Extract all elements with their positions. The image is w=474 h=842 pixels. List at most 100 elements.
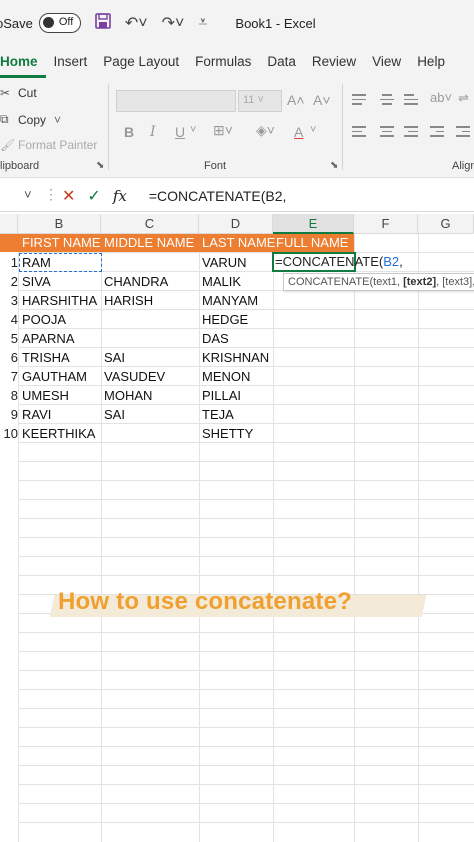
cell-last-name[interactable]: DAS: [200, 329, 229, 348]
align-right-icon[interactable]: [404, 126, 418, 140]
column-header-b[interactable]: B: [18, 214, 101, 234]
edit-formula-reference: B2: [383, 254, 400, 269]
borders-icon[interactable]: ⊞˅: [213, 122, 233, 139]
row-number[interactable]: 7: [0, 367, 18, 386]
align-center-icon[interactable]: [380, 126, 394, 140]
column-header-c[interactable]: C: [101, 214, 199, 234]
column-header-e[interactable]: E: [273, 214, 354, 234]
row-number[interactable]: 2: [0, 272, 18, 291]
font-color-dropdown-icon[interactable]: ˅: [310, 124, 316, 136]
grow-font-button[interactable]: A˄: [287, 92, 305, 108]
cell-last-name[interactable]: PILLAI: [200, 386, 241, 405]
header-last-name[interactable]: LAST NAME: [200, 234, 275, 252]
cell-last-name[interactable]: SHETTY: [200, 424, 253, 443]
row-number[interactable]: 9: [0, 405, 18, 424]
underline-button[interactable]: U: [175, 124, 185, 140]
name-box-dropdown-icon[interactable]: ˅: [24, 187, 32, 202]
gridline: [18, 803, 474, 804]
cell-first-name[interactable]: RAVI: [20, 405, 51, 424]
orientation-icon[interactable]: ab˅: [430, 90, 452, 105]
top-align-icon[interactable]: [352, 94, 366, 108]
select-all-corner[interactable]: [0, 214, 18, 234]
bottom-align-icon[interactable]: [404, 94, 418, 108]
row-number[interactable]: 10: [0, 424, 18, 443]
middle-align-icon[interactable]: [380, 94, 394, 108]
row-number[interactable]: 1: [0, 253, 18, 272]
tab-review[interactable]: Review: [304, 46, 364, 78]
bold-button[interactable]: B: [124, 124, 134, 140]
font-launcher-icon[interactable]: ⬊: [330, 160, 338, 171]
cell-first-name[interactable]: SIVA: [20, 272, 51, 291]
cell-last-name[interactable]: MALIK: [200, 272, 241, 291]
column-header-g[interactable]: G: [418, 214, 474, 234]
tab-formulas[interactable]: Formulas: [187, 46, 259, 78]
cell-first-name[interactable]: POOJA: [20, 310, 66, 329]
cell-first-name[interactable]: APARNA: [20, 329, 75, 348]
cell-last-name[interactable]: KRISHNAN: [200, 348, 269, 367]
cell-first-name[interactable]: UMESH: [20, 386, 69, 405]
shrink-font-button[interactable]: A˅: [313, 92, 331, 108]
row-number[interactable]: 5: [0, 329, 18, 348]
decrease-indent-icon[interactable]: [430, 126, 444, 140]
redo-icon[interactable]: ↷˅: [162, 13, 185, 33]
cell-middle-name[interactable]: SAI: [102, 405, 125, 424]
increase-indent-icon[interactable]: [456, 126, 470, 140]
cell-last-name[interactable]: MANYAM: [200, 291, 258, 310]
cell-first-name[interactable]: TRISHA: [20, 348, 70, 367]
cell-last-name[interactable]: VARUN: [200, 253, 247, 272]
font-size-box[interactable]: 11 ˅: [238, 90, 282, 112]
cell-last-name[interactable]: TEJA: [200, 405, 234, 424]
window-title: Book1 - Excel: [235, 15, 316, 31]
wrap-text-icon[interactable]: ⇌: [458, 90, 469, 106]
format-painter-button[interactable]: 🖌 Format Painter: [0, 138, 97, 152]
formula-input[interactable]: =CONCATENATE(B2,: [149, 188, 287, 204]
row-number[interactable]: 3: [0, 291, 18, 310]
copy-dropdown-icon[interactable]: ˅: [54, 113, 61, 127]
copy-icon: ⧉: [0, 112, 9, 126]
function-argument-tooltip[interactable]: CONCATENATE(text1, [text2], [text3], ...…: [283, 273, 474, 291]
header-full-name[interactable]: FULL NAME: [274, 234, 348, 252]
tab-page-layout[interactable]: Page Layout: [95, 46, 187, 78]
cell-middle-name[interactable]: CHANDRA: [102, 272, 168, 291]
save-icon[interactable]: [95, 12, 111, 34]
align-left-icon[interactable]: [352, 126, 366, 140]
undo-icon[interactable]: ↶˅: [125, 13, 148, 33]
editing-cell[interactable]: =CONCATENATE(B2,: [272, 252, 403, 272]
tab-view[interactable]: View: [364, 46, 409, 78]
cancel-entry-icon[interactable]: ✕: [62, 186, 75, 206]
customize-qat-icon[interactable]: ⩡: [198, 14, 207, 32]
tab-insert[interactable]: Insert: [46, 46, 96, 78]
tab-home[interactable]: Home: [0, 46, 46, 78]
cell-first-name[interactable]: KEERTHIKA: [20, 424, 95, 443]
row-number[interactable]: 4: [0, 310, 18, 329]
cell-middle-name[interactable]: HARISH: [102, 291, 153, 310]
column-header-f[interactable]: F: [354, 214, 418, 234]
cell-middle-name[interactable]: MOHAN: [102, 386, 152, 405]
italic-button[interactable]: I: [150, 124, 156, 140]
copy-button[interactable]: ⧉ Copy ˅: [0, 112, 61, 127]
cell-first-name[interactable]: GAUTHAM: [20, 367, 87, 386]
header-middle-name[interactable]: MIDDLE NAME: [102, 234, 194, 252]
row-number[interactable]: 8: [0, 386, 18, 405]
cell-last-name[interactable]: HEDGE: [200, 310, 248, 329]
row-number[interactable]: 6: [0, 348, 18, 367]
cell-first-name[interactable]: HARSHITHA: [20, 291, 97, 310]
cut-button[interactable]: ✂ Cut: [0, 86, 37, 100]
autosave-toggle[interactable]: Off: [38, 13, 81, 33]
font-color-button[interactable]: A: [294, 124, 303, 140]
cell-last-name[interactable]: MENON: [200, 367, 250, 386]
gridline: [18, 689, 474, 690]
cell-middle-name[interactable]: SAI: [102, 348, 125, 367]
clipboard-launcher-icon[interactable]: ⬊: [96, 160, 104, 171]
gridline: [101, 234, 102, 842]
font-name-box[interactable]: [116, 90, 236, 112]
fill-color-icon[interactable]: ◈˅: [256, 122, 275, 139]
tab-help[interactable]: Help: [409, 46, 453, 78]
underline-dropdown-icon[interactable]: ˅: [190, 124, 196, 136]
insert-function-icon[interactable]: fx: [113, 187, 127, 205]
tab-data[interactable]: Data: [259, 46, 304, 78]
column-header-d[interactable]: D: [199, 214, 273, 234]
confirm-entry-icon[interactable]: ✓: [87, 186, 100, 206]
header-first-name[interactable]: FIRST NAME: [20, 234, 101, 252]
cell-middle-name[interactable]: VASUDEV: [102, 367, 165, 386]
